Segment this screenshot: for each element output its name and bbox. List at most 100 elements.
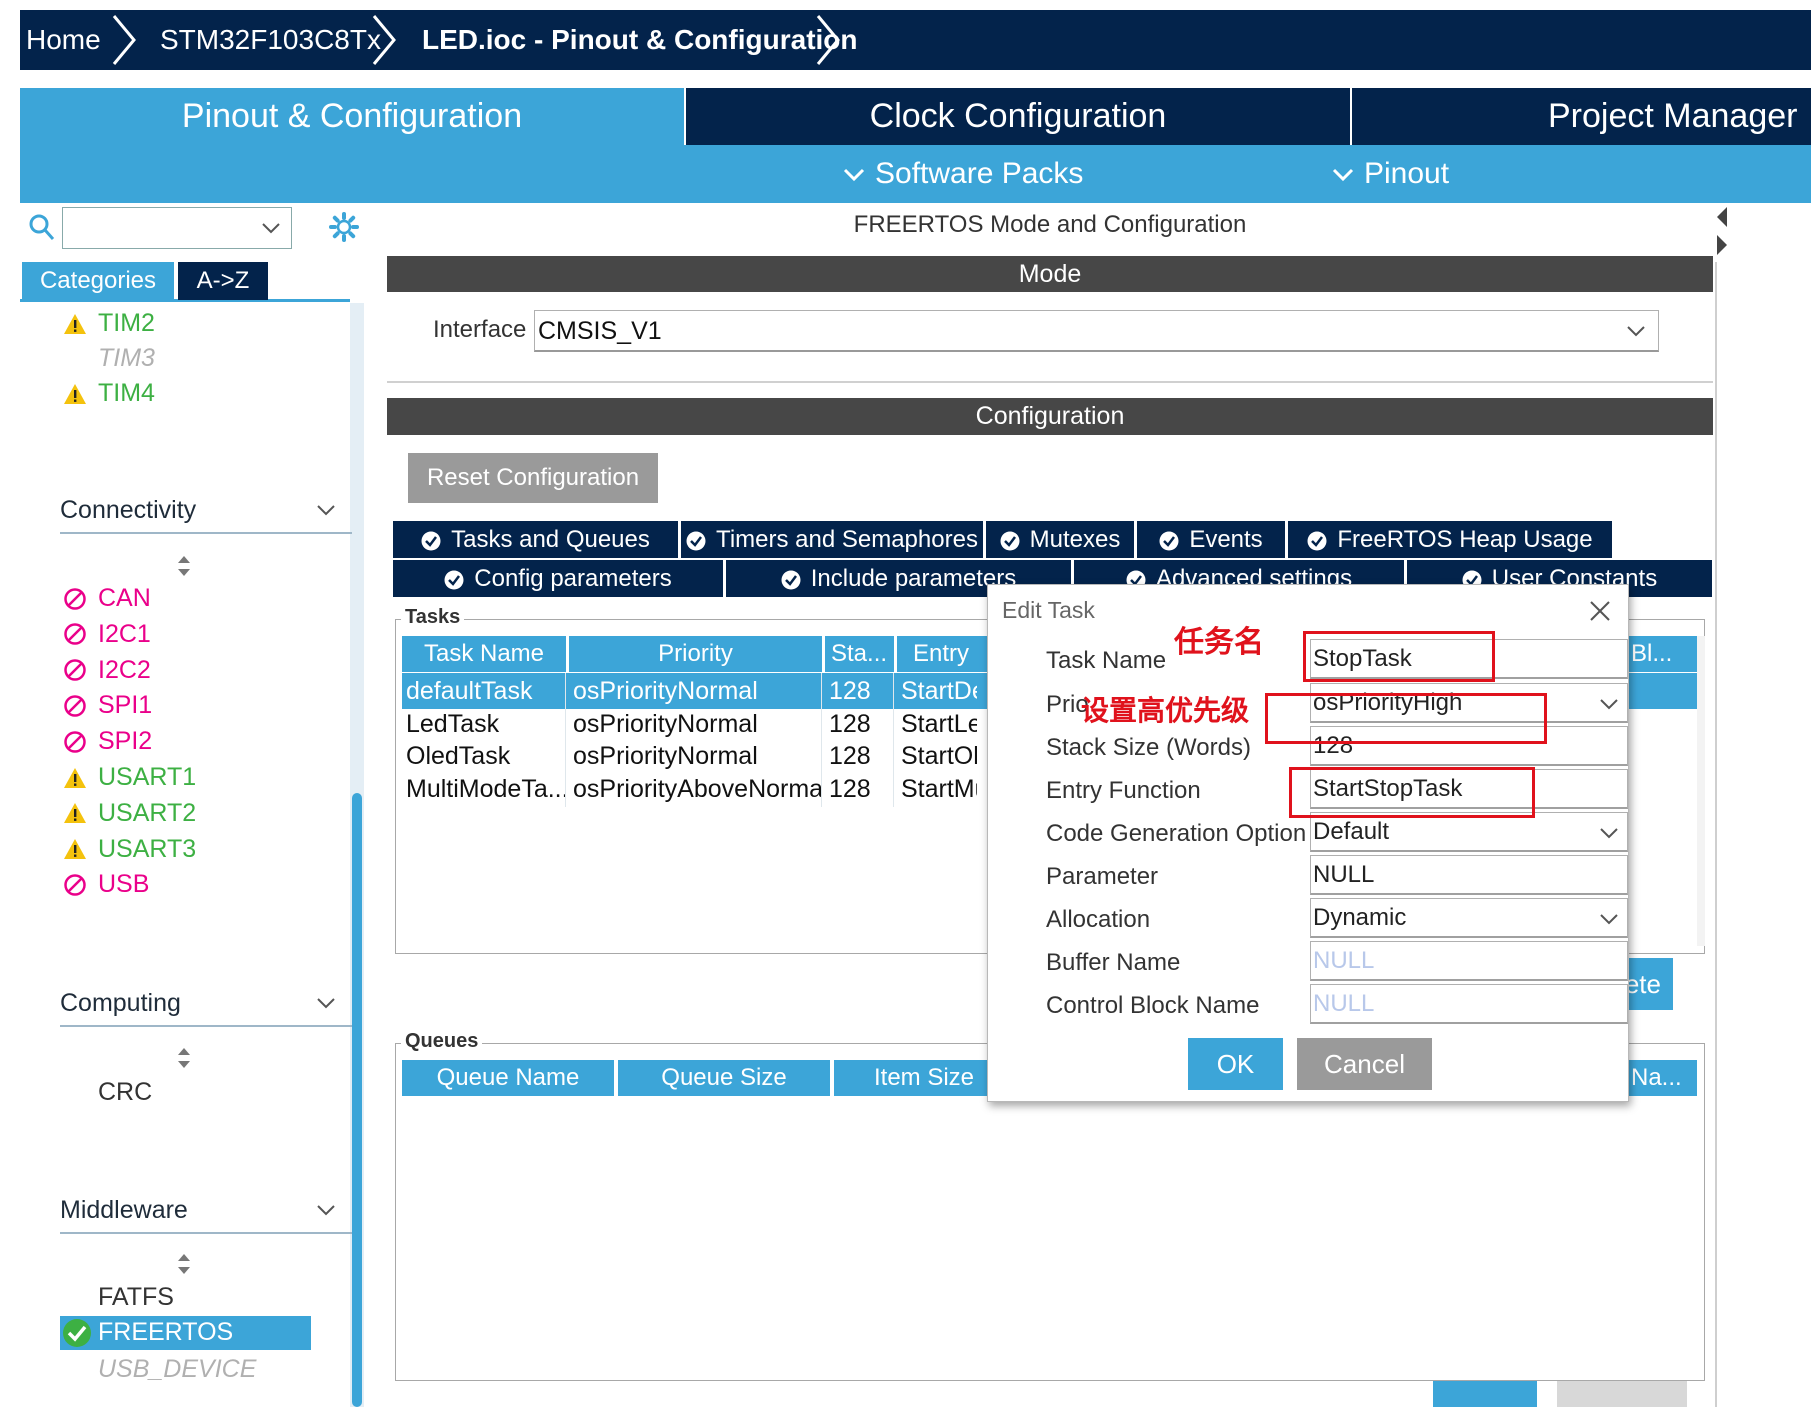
- delete-queue-button[interactable]: [1557, 1381, 1687, 1407]
- category-label: CRC: [98, 1078, 153, 1106]
- parameter-label: Parameter: [1046, 863, 1159, 890]
- section-title: Computing: [60, 989, 181, 1017]
- close-icon[interactable]: [1588, 599, 1612, 623]
- section-middleware[interactable]: Middleware: [60, 1186, 352, 1234]
- breadcrumb-device[interactable]: STM32F103C8Tx: [160, 10, 381, 70]
- category-item-i2c1[interactable]: I2C1: [62, 620, 151, 649]
- tab-a-to-z[interactable]: A->Z: [178, 262, 268, 300]
- scrollbar-track[interactable]: [1697, 636, 1705, 946]
- section-computing[interactable]: Computing: [60, 979, 352, 1027]
- sort-icon[interactable]: [176, 1253, 192, 1275]
- category-item-usart1[interactable]: USART1: [62, 763, 196, 792]
- interface-select[interactable]: CMSIS_V1: [534, 310, 1659, 352]
- gear-icon[interactable]: [328, 211, 360, 243]
- highlight-box: [1265, 693, 1547, 744]
- column-header-stack-size[interactable]: Sta...: [825, 636, 894, 672]
- check-circle-icon: [421, 531, 441, 551]
- sort-icon[interactable]: [176, 555, 192, 577]
- code-generation-value: Default: [1313, 818, 1390, 845]
- tab-project-manager[interactable]: Project Manager: [1352, 88, 1811, 145]
- cancel-button[interactable]: Cancel: [1297, 1038, 1432, 1090]
- disabled-icon: [62, 657, 88, 683]
- tab-clock-configuration[interactable]: Clock Configuration: [686, 88, 1350, 145]
- section-title: Connectivity: [60, 496, 197, 524]
- category-label: I2C1: [98, 619, 151, 648]
- breadcrumb-home[interactable]: Home: [26, 10, 101, 70]
- parameter-field[interactable]: NULL: [1310, 855, 1628, 895]
- disabled-icon: [62, 729, 88, 755]
- disabled-icon: [62, 693, 88, 719]
- allocation-select[interactable]: Dynamic: [1310, 898, 1628, 938]
- chevron-down-icon: [843, 169, 865, 182]
- disabled-icon: [62, 586, 88, 612]
- column-header-priority[interactable]: Priority: [569, 636, 822, 672]
- tab-timers-and-semaphores[interactable]: Timers and Semaphores: [681, 521, 983, 558]
- category-item-usb-device[interactable]: USB_DEVICE: [98, 1355, 256, 1384]
- column-header-task-name[interactable]: Task Name: [402, 636, 566, 672]
- main-tabs: Pinout & Configuration Clock Configurati…: [20, 88, 1811, 145]
- panel-splitter[interactable]: [1715, 262, 1717, 1407]
- column-header-queue-name[interactable]: Queue Name: [402, 1060, 614, 1096]
- search-icon[interactable]: [28, 213, 56, 243]
- check-circle-icon: [1000, 531, 1020, 551]
- table-cell-name: MultiModeTa...: [402, 770, 566, 807]
- ok-button[interactable]: OK: [1188, 1038, 1283, 1090]
- buffer-name-label: Buffer Name: [1046, 949, 1181, 976]
- code-generation-select[interactable]: Default: [1310, 812, 1628, 852]
- reset-configuration-button[interactable]: Reset Configuration: [408, 453, 658, 503]
- category-label: SPI1: [98, 691, 153, 720]
- chevron-down-icon: [1600, 699, 1618, 710]
- control-block-name-label: Control Block Name: [1046, 992, 1260, 1019]
- check-circle-icon: [444, 570, 464, 590]
- category-label: TIM3: [98, 344, 155, 372]
- buffer-name-field[interactable]: NULL: [1310, 941, 1628, 981]
- tab-categories[interactable]: Categories: [22, 262, 174, 300]
- scrollbar-thumb[interactable]: [352, 793, 362, 1407]
- category-item-spi2[interactable]: SPI2: [62, 727, 152, 756]
- add-queue-button[interactable]: [1433, 1381, 1537, 1407]
- breadcrumb-current[interactable]: LED.ioc - Pinout & Configuration: [422, 10, 858, 70]
- chevron-down-icon: [262, 223, 280, 234]
- highlight-box: [1303, 631, 1495, 682]
- breadcrumb: Home STM32F103C8Tx LED.ioc - Pinout & Co…: [20, 10, 1811, 70]
- tab-config-parameters[interactable]: Config parameters: [393, 560, 723, 597]
- category-label: USART1: [98, 763, 197, 791]
- dialog-title: Edit Task: [1002, 597, 1095, 623]
- column-header-buffer-name[interactable]: Na...: [1623, 1060, 1697, 1096]
- section-connectivity[interactable]: Connectivity: [60, 486, 352, 534]
- category-item-i2c2[interactable]: I2C2: [62, 656, 151, 685]
- tab-mutexes[interactable]: Mutexes: [986, 521, 1134, 558]
- sort-icon[interactable]: [176, 1047, 192, 1069]
- collapse-arrows-icon[interactable]: [1715, 205, 1729, 261]
- section-title: Middleware: [60, 1196, 188, 1224]
- warning-icon: [62, 765, 88, 791]
- software-packs-menu[interactable]: Software Packs: [843, 145, 1083, 203]
- table-cell-name: OledTask: [402, 738, 566, 774]
- column-header-queue-size[interactable]: Queue Size: [618, 1060, 830, 1096]
- tab-label: FreeRTOS Heap Usage: [1337, 526, 1593, 553]
- category-item-usart2[interactable]: USART2: [62, 799, 196, 828]
- control-block-name-field[interactable]: NULL: [1310, 984, 1628, 1024]
- category-item-usart3[interactable]: USART3: [62, 835, 196, 864]
- check-circle-icon: [781, 570, 801, 590]
- tab-freertos-heap-usage[interactable]: FreeRTOS Heap Usage: [1288, 521, 1612, 558]
- category-item-tim3[interactable]: TIM3: [98, 344, 155, 373]
- annotation-task-name: 任务名: [1174, 626, 1264, 659]
- check-circle-icon: [686, 531, 706, 551]
- tab-pinout-configuration[interactable]: Pinout & Configuration: [20, 88, 684, 145]
- tab-tasks-and-queues[interactable]: Tasks and Queues: [393, 521, 678, 558]
- category-label: USB: [98, 870, 150, 899]
- search-input[interactable]: [62, 207, 292, 249]
- category-item-tim4[interactable]: TIM4: [62, 379, 155, 408]
- tab-events[interactable]: Events: [1137, 521, 1285, 558]
- pinout-menu[interactable]: Pinout: [1332, 145, 1449, 203]
- interface-select-value: CMSIS_V1: [538, 317, 662, 345]
- category-item-freertos[interactable]: FREERTOS: [60, 1316, 311, 1350]
- category-item-can[interactable]: CAN: [62, 584, 151, 613]
- category-item-spi1[interactable]: SPI1: [62, 691, 152, 720]
- category-item-fatfs[interactable]: FATFS: [98, 1283, 174, 1312]
- category-item-usb[interactable]: USB: [62, 870, 149, 899]
- category-item-crc[interactable]: CRC: [98, 1078, 152, 1107]
- category-item-tim2[interactable]: TIM2: [62, 309, 155, 338]
- table-cell-stack: 128: [825, 738, 894, 774]
